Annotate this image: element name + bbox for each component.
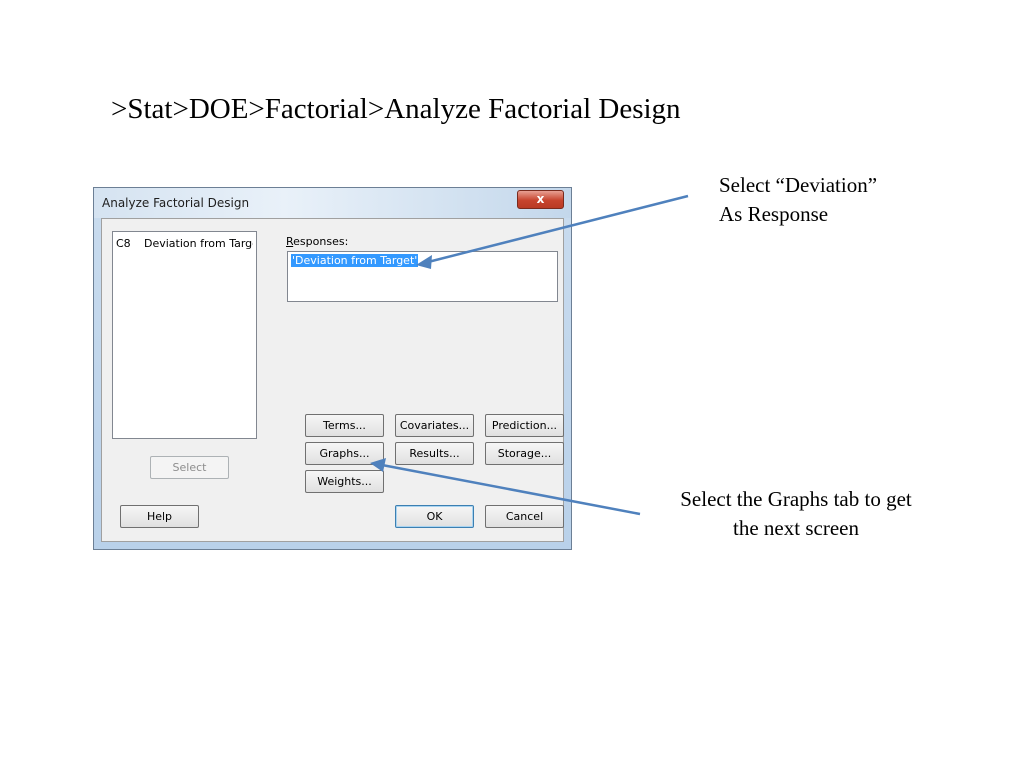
responses-selected-text: 'Deviation from Target': [291, 254, 419, 267]
callout-graphs-line-1: Select the Graphs tab to get: [680, 487, 912, 511]
analyze-factorial-design-dialog: Analyze Factorial Design x C8 Deviation f…: [93, 187, 572, 550]
covariates-button[interactable]: Covariates...: [395, 414, 474, 437]
responses-label: Responses:: [286, 235, 348, 248]
close-icon: x: [536, 192, 545, 206]
dialog-titlebar[interactable]: Analyze Factorial Design x: [94, 188, 571, 218]
responses-label-text: esponses:: [293, 235, 349, 248]
terms-button[interactable]: Terms...: [305, 414, 384, 437]
graphs-button[interactable]: Graphs...: [305, 442, 384, 465]
callout-select-graphs: Select the Graphs tab to get the next sc…: [650, 485, 942, 543]
variable-list[interactable]: C8 Deviation from Targe: [112, 231, 257, 439]
dialog-client-area: C8 Deviation from Targe Responses: 'Devia…: [101, 218, 564, 542]
close-button[interactable]: x: [517, 190, 564, 209]
variable-list-item[interactable]: C8 Deviation from Targe: [116, 237, 253, 250]
storage-button[interactable]: Storage...: [485, 442, 564, 465]
slide-title: >Stat>DOE>Factorial>Analyze Factorial De…: [111, 93, 681, 125]
responses-input[interactable]: 'Deviation from Target': [287, 251, 558, 302]
select-button[interactable]: Select: [150, 456, 229, 479]
callout-response-line-1: Select “Deviation”: [719, 173, 878, 197]
callout-graphs-line-2: the next screen: [733, 516, 859, 540]
callout-select-response: Select “Deviation” As Response: [719, 171, 877, 229]
variable-column-id: C8: [116, 237, 131, 250]
results-button[interactable]: Results...: [395, 442, 474, 465]
help-button[interactable]: Help: [120, 505, 199, 528]
weights-button[interactable]: Weights...: [305, 470, 384, 493]
callout-response-line-2: As Response: [719, 202, 829, 226]
prediction-button[interactable]: Prediction...: [485, 414, 564, 437]
cancel-button[interactable]: Cancel: [485, 505, 564, 528]
variable-name: Deviation from Targe: [144, 237, 253, 250]
dialog-title: Analyze Factorial Design: [102, 196, 250, 210]
ok-button[interactable]: OK: [395, 505, 474, 528]
